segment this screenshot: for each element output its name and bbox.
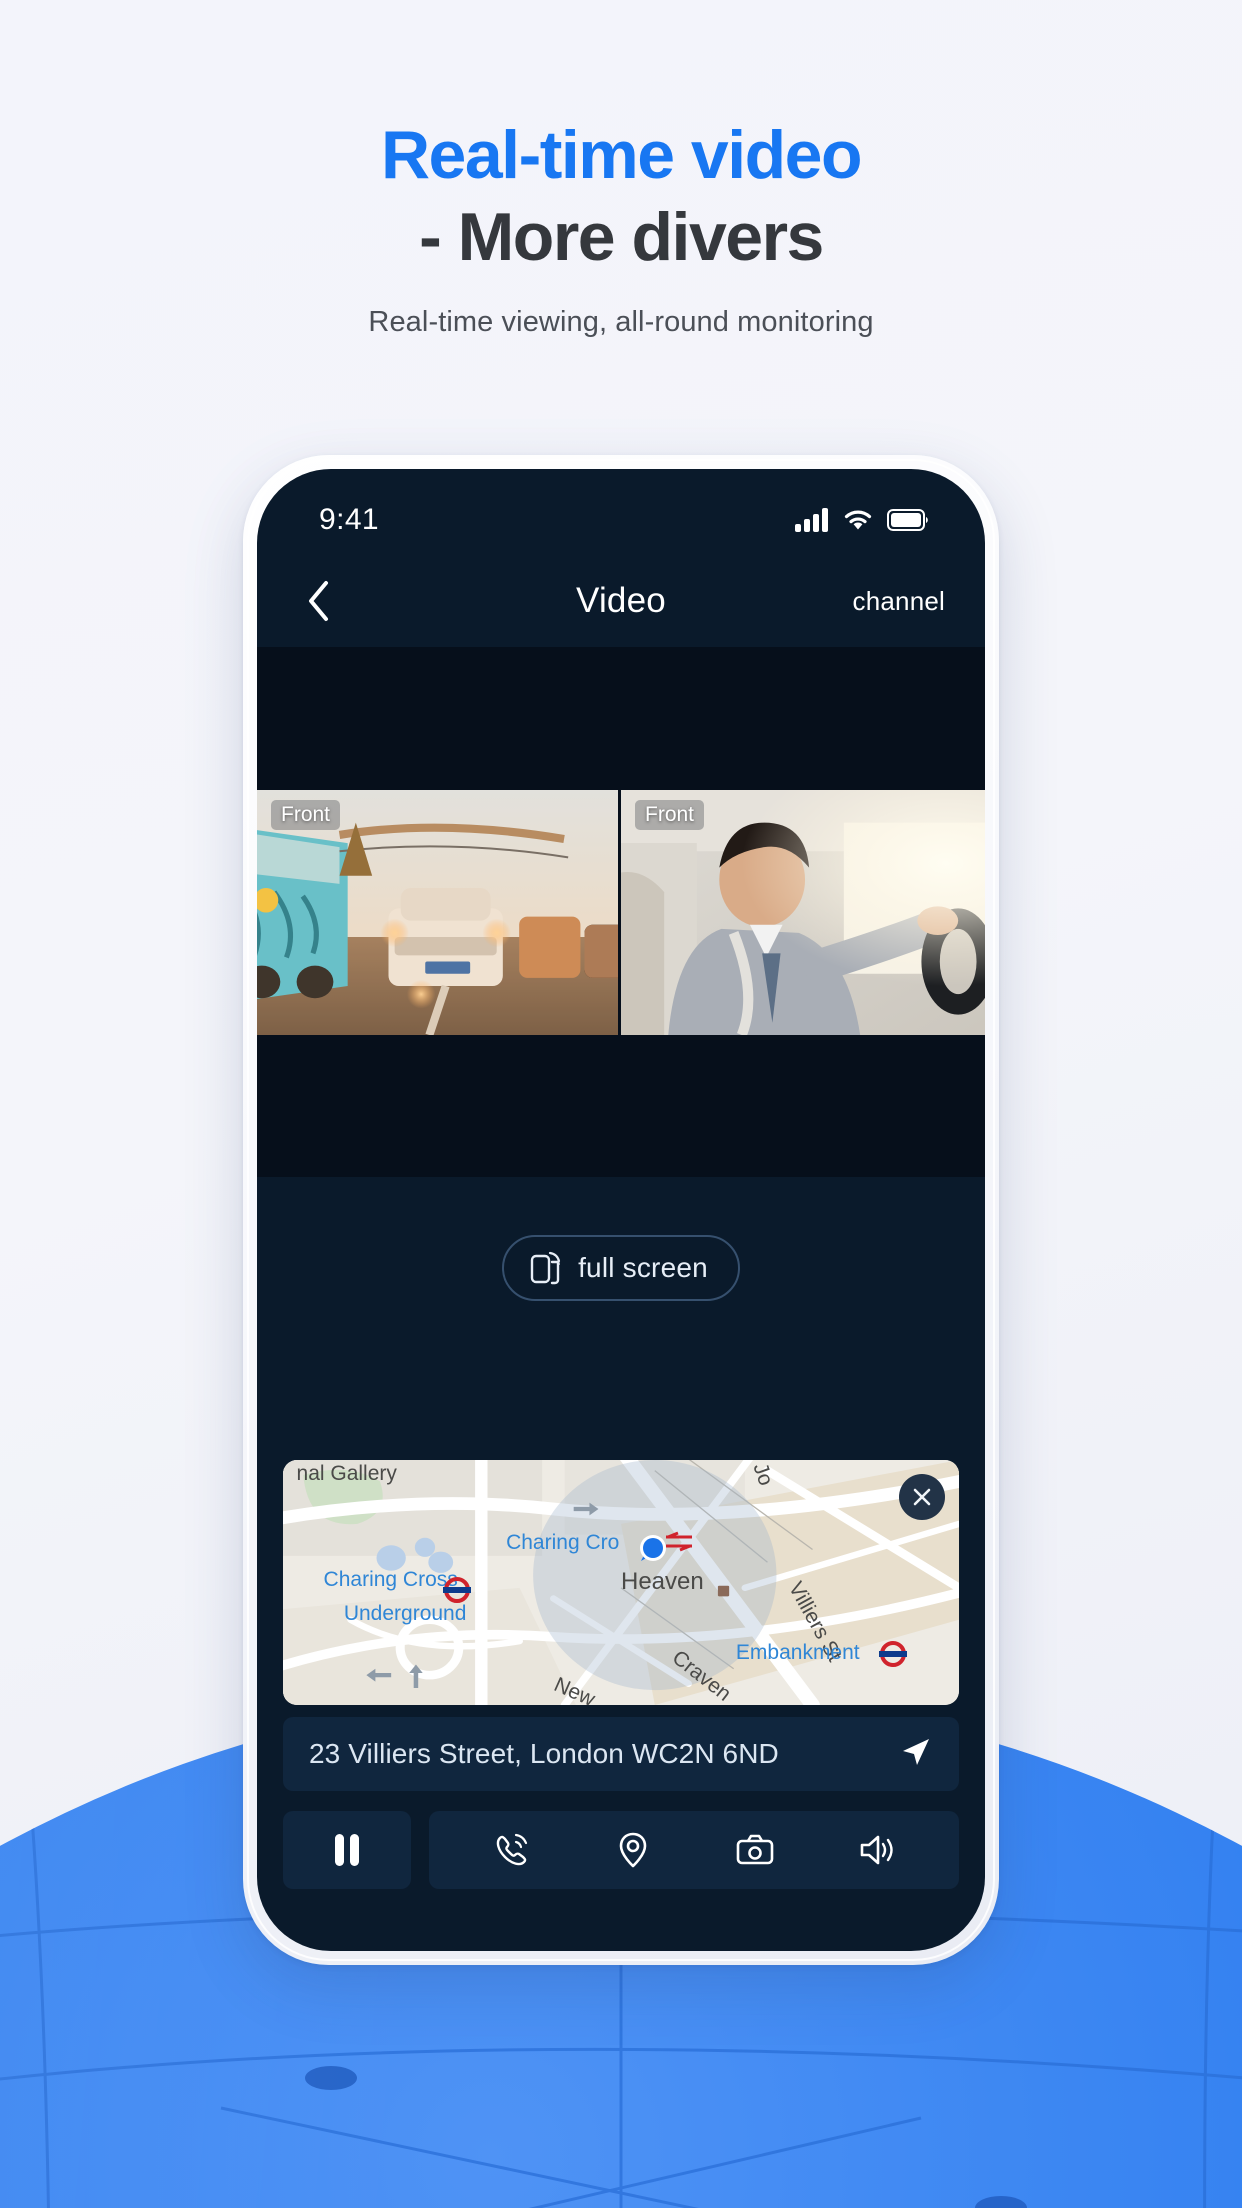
close-icon <box>913 1488 931 1506</box>
map-label: Underground <box>343 1602 467 1626</box>
hero-header: Real-time video - More divers Real-time … <box>0 118 1242 339</box>
phone-screen: 9:41 Video channel Front Front full scre… <box>257 469 985 1951</box>
pause-icon <box>335 1834 359 1866</box>
page-subtitle: Real-time viewing, all-round monitoring <box>368 306 874 339</box>
navigate-button[interactable] <box>899 1735 933 1774</box>
page-title-line-2: - More divers <box>419 199 824 276</box>
video-tile[interactable]: Front <box>257 789 621 1035</box>
map-close-button[interactable] <box>899 1474 945 1520</box>
fullscreen-button[interactable]: full screen <box>502 1235 740 1301</box>
navigate-arrow-icon <box>903 1738 929 1765</box>
underground-roundel-icon <box>442 1577 471 1604</box>
status-time: 9:41 <box>319 503 379 536</box>
underground-roundel-icon <box>878 1640 907 1667</box>
camera-icon <box>736 1834 774 1865</box>
location-dot-icon <box>640 1535 667 1562</box>
channel-button[interactable]: channel <box>853 586 945 617</box>
volume-icon <box>860 1835 893 1865</box>
map-label: Charing Cross <box>323 1567 458 1591</box>
video-tile[interactable]: Front <box>621 789 985 1035</box>
signal-icon <box>795 508 828 532</box>
map-label: Heaven <box>621 1567 704 1595</box>
location-pin-icon <box>619 1832 647 1868</box>
map-card[interactable]: nal Gallery Charing Cross Underground Ch… <box>283 1460 959 1705</box>
battery-icon <box>887 509 928 531</box>
location-button[interactable] <box>601 1818 665 1882</box>
status-icons <box>795 508 929 532</box>
call-button[interactable] <box>479 1818 543 1882</box>
video-tile-grid: Front Front <box>257 789 985 1035</box>
address-text: 23 Villiers Street, London WC2N 6ND <box>309 1738 779 1769</box>
video-tile-label: Front <box>271 799 341 830</box>
phone-mockup: 9:41 Video channel Front Front full scre… <box>243 455 999 1965</box>
wifi-icon <box>844 510 872 530</box>
fullscreen-row: full screen <box>257 1235 985 1301</box>
address-bar[interactable]: 23 Villiers Street, London WC2N 6ND <box>283 1717 959 1791</box>
bottom-toolbar <box>283 1811 959 1889</box>
map-label: Charing Cro <box>506 1531 620 1555</box>
status-bar: 9:41 <box>257 469 985 555</box>
action-button-group <box>429 1811 959 1889</box>
map-label: nal Gallery <box>296 1462 397 1486</box>
pause-button[interactable] <box>283 1811 411 1889</box>
fullscreen-label: full screen <box>578 1252 708 1283</box>
page-title-line-1: Real-time video <box>380 117 863 193</box>
page-title: Real-time video - More divers <box>0 118 1242 274</box>
snapshot-button[interactable] <box>723 1818 787 1882</box>
video-stage: Front Front <box>257 647 985 1177</box>
rotate-screen-icon <box>530 1251 561 1285</box>
volume-button[interactable] <box>845 1818 909 1882</box>
map-label: Embankment <box>735 1641 860 1665</box>
video-tile-label: Front <box>635 799 705 830</box>
phone-call-icon <box>496 1833 528 1866</box>
app-bar: Video channel <box>257 555 985 647</box>
